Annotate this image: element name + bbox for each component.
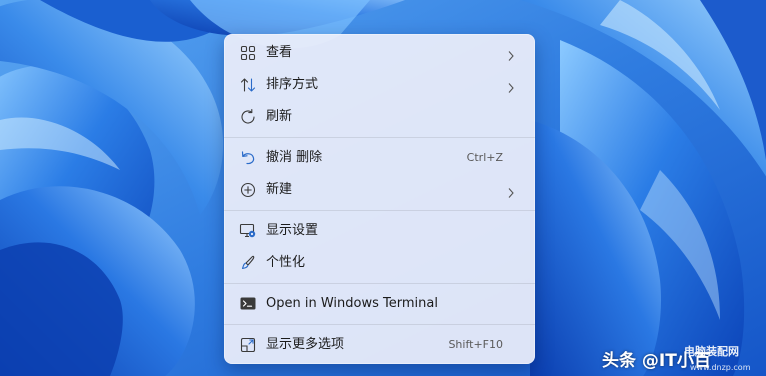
menu-item-view[interactable]: 查看 [228, 37, 531, 69]
menu-item-label: Open in Windows Terminal [266, 296, 438, 311]
menu-item-show-more-options[interactable]: 显示更多选项 Shift+F10 [228, 329, 531, 361]
grid-view-icon [239, 44, 257, 62]
terminal-icon [239, 295, 257, 313]
chevron-right-icon [507, 184, 515, 198]
svg-text:www.dnzp.com: www.dnzp.com [690, 363, 751, 372]
desktop-context-menu: 查看 排序方式 刷新 撤消 删除 Ctrl+Z 新建 显示设置 个性化 Open… [224, 34, 535, 364]
chevron-right-icon [507, 79, 515, 93]
menu-separator [224, 283, 535, 284]
menu-item-label: 显示更多选项 [266, 337, 345, 352]
menu-item-label: 撤消 删除 [266, 150, 323, 165]
menu-item-label: 查看 [266, 45, 293, 60]
chevron-right-icon [507, 47, 515, 61]
shortcut-text: Shift+F10 [448, 338, 503, 351]
menu-item-sort-by[interactable]: 排序方式 [228, 69, 531, 101]
menu-item-display-settings[interactable]: 显示设置 [228, 215, 531, 247]
menu-item-label: 显示设置 [266, 223, 319, 238]
undo-icon [239, 149, 257, 167]
new-plus-icon [239, 181, 257, 199]
menu-item-new[interactable]: 新建 [228, 174, 531, 206]
shortcut-text: Ctrl+Z [466, 151, 503, 164]
refresh-icon [239, 108, 257, 126]
menu-item-refresh[interactable]: 刷新 [228, 101, 531, 133]
menu-separator [224, 137, 535, 138]
menu-separator [224, 210, 535, 211]
sort-arrows-icon [239, 76, 257, 94]
menu-separator [224, 324, 535, 325]
menu-item-undo-delete[interactable]: 撤消 删除 Ctrl+Z [228, 142, 531, 174]
menu-item-personalize[interactable]: 个性化 [228, 247, 531, 279]
menu-item-label: 个性化 [266, 255, 306, 270]
display-settings-icon [239, 222, 257, 240]
watermark: 头条 @IT小百 电脑装配网 www.dnzp.com [596, 340, 766, 376]
menu-item-open-terminal[interactable]: Open in Windows Terminal [228, 288, 531, 320]
more-options-icon [239, 336, 257, 354]
menu-item-label: 新建 [266, 182, 293, 197]
menu-item-label: 刷新 [266, 109, 293, 124]
brush-icon [239, 254, 257, 272]
svg-text:电脑装配网: 电脑装配网 [684, 344, 739, 358]
watermark-logo: 电脑装配网 www.dnzp.com [680, 340, 758, 376]
menu-item-label: 排序方式 [266, 77, 319, 92]
